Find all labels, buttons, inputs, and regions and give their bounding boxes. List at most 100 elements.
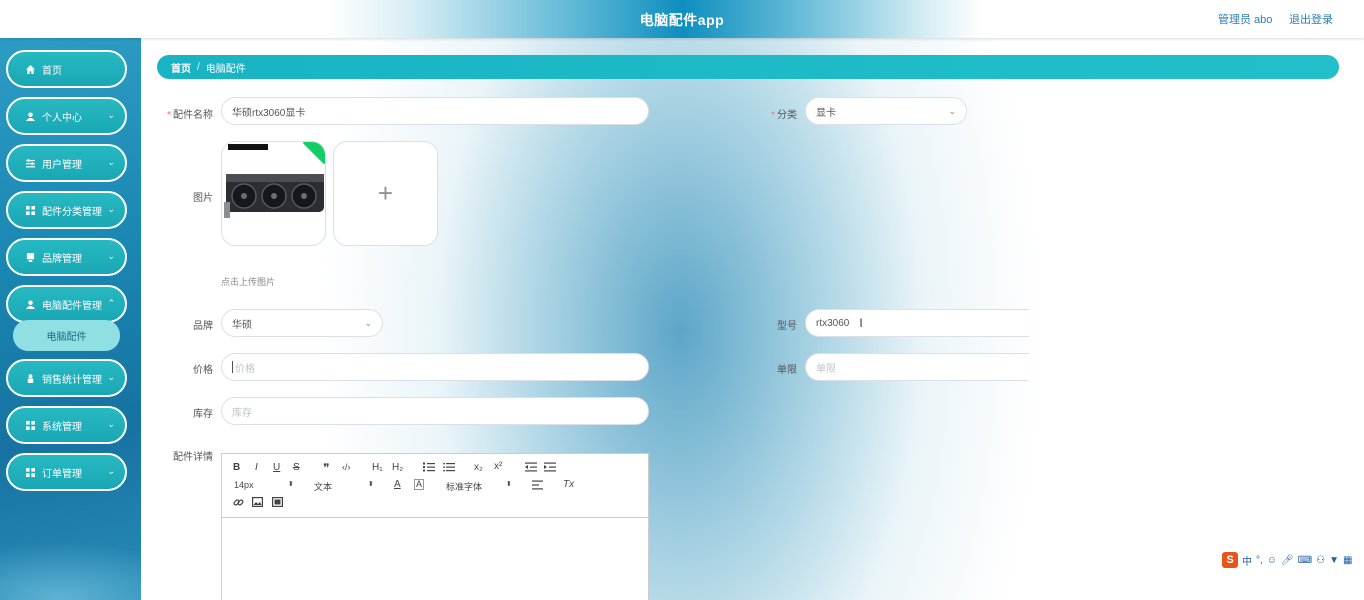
h1-button[interactable]: H₁ xyxy=(372,462,383,473)
rich-text-editor: B I U S ❞ ‹/› H₁ H₂ x₂ x² 14px ⬍ 文本 ⬍ A A … xyxy=(221,453,649,600)
sidebar-item-label: 订单管理 xyxy=(42,468,82,480)
price-label: 价格 xyxy=(193,365,213,376)
clear-format-button[interactable]: Tx xyxy=(563,479,574,490)
people-icon[interactable]: ⚇ xyxy=(1316,555,1325,566)
sidebar-item-label: 销售统计管理 xyxy=(42,374,102,386)
font-color-icon[interactable]: A xyxy=(394,479,401,490)
limit-field[interactable]: 单限 xyxy=(805,353,1029,381)
sidebar-item-profile[interactable]: 个人中心 ⌄ xyxy=(6,97,127,135)
font-family-select[interactable]: 标准字体 ⬍ xyxy=(446,480,512,493)
skin-icon[interactable]: ▼ xyxy=(1329,555,1339,566)
limit-label: 单限 xyxy=(777,365,797,376)
plus-icon: + xyxy=(377,178,394,208)
strike-button[interactable]: S xyxy=(293,462,300,473)
image-icon[interactable] xyxy=(252,497,264,510)
category-label: * 分类 xyxy=(771,110,797,121)
ime-language[interactable]: 中 xyxy=(1242,553,1252,568)
outdent-icon[interactable] xyxy=(525,462,537,475)
chevron-down-icon: ⌄ xyxy=(948,106,956,116)
model-label: 型号 xyxy=(777,321,797,332)
user-icon xyxy=(26,299,35,309)
breadcrumb: 首页 / 电脑配件 xyxy=(157,55,1339,79)
sliders-icon xyxy=(26,158,35,168)
sidebar-item-label: 用户管理 xyxy=(42,159,82,171)
image-label: 图片 xyxy=(193,193,213,204)
underline-button[interactable]: U xyxy=(273,462,280,473)
chevron-down-icon: ⌄ xyxy=(107,110,115,120)
grid-icon xyxy=(26,467,35,477)
brand-select[interactable]: 华硕 ⌄ xyxy=(221,309,383,337)
current-user: 管理员 abo xyxy=(1218,14,1273,26)
top-header: 电脑配件app 管理员 abo 退出登录 xyxy=(0,0,1364,38)
chevron-updown-icon: ⬍ xyxy=(288,481,294,488)
name-label: * 配件名称 xyxy=(167,110,213,121)
chevron-updown-icon: ⬍ xyxy=(506,481,512,488)
chevron-down-icon: ⌄ xyxy=(107,251,115,261)
grid-icon xyxy=(26,205,35,215)
keyboard-icon[interactable]: ⌨ xyxy=(1298,555,1312,566)
h2-button[interactable]: H₂ xyxy=(392,462,403,473)
align-icon[interactable] xyxy=(532,480,543,493)
bold-button[interactable]: B xyxy=(233,462,240,473)
editor-toolbar: B I U S ❞ ‹/› H₁ H₂ x₂ x² 14px ⬍ 文本 ⬍ A A … xyxy=(222,454,648,518)
chevron-down-icon: ⌄ xyxy=(107,419,115,429)
text-cursor-icon: I xyxy=(859,316,863,330)
stock-field[interactable]: 库存 xyxy=(221,397,649,425)
sidebar-item-brand[interactable]: 品牌管理 ⌄ xyxy=(6,238,127,276)
upload-add-button[interactable]: + xyxy=(333,141,438,246)
limit-placeholder: 单限 xyxy=(816,363,836,375)
upload-hint: 点击上传图片 xyxy=(221,277,276,287)
user-icon xyxy=(26,111,35,121)
code-button[interactable]: ‹/› xyxy=(342,462,351,472)
sidebar-item-sales[interactable]: 销售统计管理 ⌄ xyxy=(6,359,127,397)
background-color-icon[interactable]: A xyxy=(414,479,425,490)
microphone-icon[interactable]: 🎤︎ xyxy=(1281,555,1294,566)
home-icon xyxy=(26,64,35,74)
sidebar-subitem-parts[interactable]: 电脑配件 xyxy=(13,320,120,351)
emoji-icon[interactable]: ☺ xyxy=(1267,555,1277,566)
chevron-down-icon: ⌄ xyxy=(107,157,115,167)
link-icon[interactable] xyxy=(233,497,244,511)
model-field[interactable]: rtx3060 I xyxy=(805,309,1029,337)
text-caret xyxy=(232,361,233,373)
video-icon[interactable] xyxy=(272,497,284,510)
breadcrumb-separator: / xyxy=(197,61,200,73)
detail-label: 配件详情 xyxy=(173,452,213,463)
font-size-select[interactable]: 14px ⬍ xyxy=(234,480,294,490)
italic-button[interactable]: I xyxy=(255,462,258,473)
sidebar-item-orders[interactable]: 订单管理 ⌄ xyxy=(6,453,127,491)
logout-link[interactable]: 退出登录 xyxy=(1289,11,1333,27)
sidebar-item-label: 配件分类管理 xyxy=(42,206,102,218)
indent-icon[interactable] xyxy=(544,462,556,475)
brand-select-value: 华硕 xyxy=(232,319,252,331)
superscript-button[interactable]: x² xyxy=(494,461,502,472)
category-select[interactable]: 显卡 ⌄ xyxy=(805,97,967,125)
brand-label: 品牌 xyxy=(193,321,213,332)
punctuation-icon[interactable]: °, xyxy=(1256,555,1263,566)
uploaded-image[interactable] xyxy=(221,141,326,246)
name-field[interactable]: 华硕rtx3060显卡 xyxy=(221,97,649,125)
sidebar-item-category[interactable]: 配件分类管理 ⌄ xyxy=(6,191,127,229)
stock-placeholder: 库存 xyxy=(232,407,252,419)
text-type-value: 文本 xyxy=(314,482,333,492)
sidebar-item-label: 首页 xyxy=(42,65,62,77)
sidebar-item-home[interactable]: 首页 xyxy=(6,50,127,88)
quote-button[interactable]: ❞ xyxy=(323,461,329,475)
breadcrumb-home[interactable]: 首页 xyxy=(171,60,191,75)
chevron-down-icon: ⌄ xyxy=(107,372,115,382)
subscript-button[interactable]: x₂ xyxy=(474,462,483,473)
sidebar-item-system[interactable]: 系统管理 ⌄ xyxy=(6,406,127,444)
text-type-select[interactable]: 文本 ⬍ xyxy=(314,480,374,493)
sidebar-item-label: 个人中心 xyxy=(42,112,82,124)
grid-icon[interactable]: ▦ xyxy=(1343,555,1352,566)
ordered-list-icon[interactable] xyxy=(423,462,435,475)
breadcrumb-current: 电脑配件 xyxy=(205,63,246,75)
chevron-down-icon: ⌄ xyxy=(364,318,372,328)
category-select-value: 显卡 xyxy=(816,107,836,119)
sidebar-item-users[interactable]: 用户管理 ⌄ xyxy=(6,144,127,182)
bullet-list-icon[interactable] xyxy=(443,462,455,475)
grid-icon xyxy=(26,420,35,430)
sidebar-item-label: 系统管理 xyxy=(42,421,82,433)
price-field[interactable]: 价格 xyxy=(221,353,649,381)
sidebar-item-parts[interactable]: 电脑配件管理 ⌃ xyxy=(6,285,127,323)
